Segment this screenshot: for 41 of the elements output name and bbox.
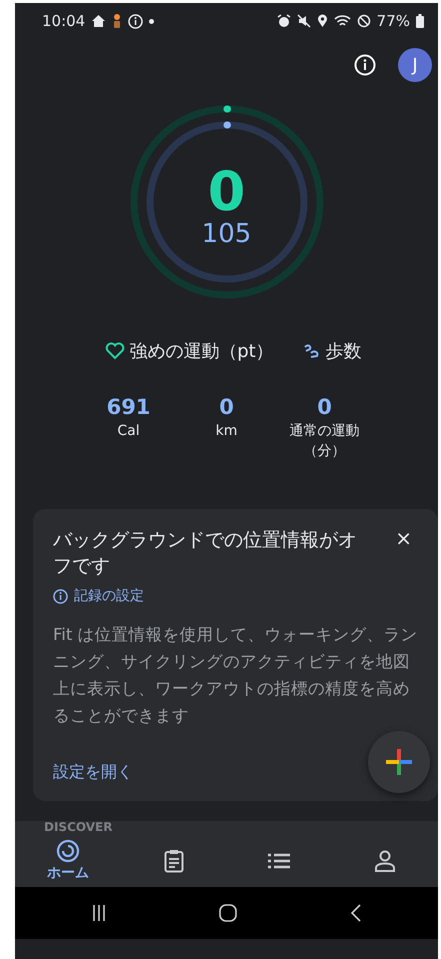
stat-value: 0 [317,394,332,421]
avatar[interactable]: J [398,48,432,82]
stat-value: 691 [106,394,150,421]
person-icon [112,14,122,28]
stat-value: 0 [219,394,234,421]
legend-label: 強めの運動（pt） [129,340,274,363]
heart-icon [105,342,126,360]
card-title: バックグラウンドでの位置情報がオフです [53,528,358,579]
stat-label: 通常の運動（分） [288,422,360,461]
recording-settings-link[interactable]: 記録の設定 [74,587,144,605]
battery-percent: 77% [376,12,410,30]
open-settings-button[interactable]: 設定を開く [53,762,133,783]
blocked-icon [356,14,371,28]
card-description: Fit は位置情報を使用して、ウォーキング、ランニング、サイクリングのアクティビティを地図上に表示し、ワークアウトの指標の精度を高めることができます [53,624,418,727]
recents-icon[interactable] [92,905,106,921]
location-icon [316,14,328,28]
home-button-icon[interactable] [219,904,238,922]
discover-heading: DISCOVER [43,821,114,834]
info-icon[interactable] [354,54,376,76]
wifi-icon [334,14,351,28]
legend-label: 歩数 [326,340,362,363]
back-icon[interactable] [351,904,362,922]
clipboard-icon [164,848,184,872]
info-icon [128,14,144,28]
stat-label: Cal [116,422,141,441]
heart-points-value: 0 [208,165,246,219]
list-icon [268,852,290,868]
home-ring-icon [56,839,80,863]
info-icon [53,588,68,604]
nav-tab[interactable]: ホーム [15,834,121,887]
dot-icon [149,18,154,24]
stat-label: km [214,422,238,441]
mute-icon [296,14,311,28]
status-time: 10:04 [42,12,86,30]
close-button[interactable]: × [389,527,418,549]
plus-icon [384,747,414,777]
steps-value: 105 [202,219,252,249]
person-icon [374,850,396,872]
alarm-icon [276,14,291,28]
battery-icon [416,14,424,28]
home-icon [91,14,106,28]
